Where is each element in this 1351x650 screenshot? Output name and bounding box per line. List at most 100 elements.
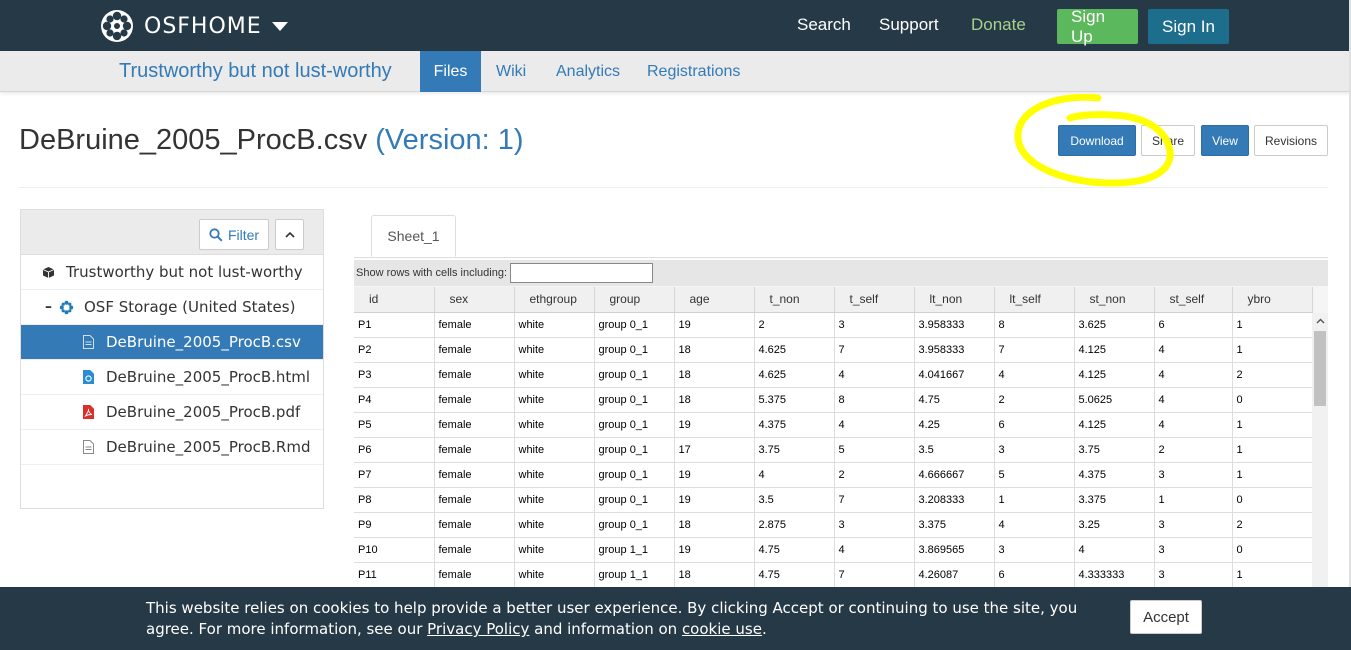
share-button[interactable]: Share [1141, 125, 1195, 156]
scroll-up-icon[interactable] [1312, 313, 1328, 329]
nav-support-link[interactable]: Support [879, 15, 939, 35]
row-filter-input[interactable] [510, 263, 654, 283]
accept-cookies-button[interactable]: Accept [1130, 600, 1202, 634]
column-header-ybro[interactable]: ybro [1232, 287, 1313, 313]
tab-sheet-1[interactable]: Sheet_1 [371, 215, 456, 257]
column-header-t-self[interactable]: t_self [834, 287, 915, 313]
table-cell: 3 [834, 512, 915, 538]
tree-file-csv[interactable]: DeBruine_2005_ProcB.csv [21, 325, 323, 360]
cookie-use-link[interactable]: cookie use [682, 620, 762, 638]
table-cell: 2 [1232, 512, 1313, 538]
table-cell: group 0_1 [594, 312, 675, 338]
cookie-text: . [761, 620, 767, 638]
tab-registrations[interactable]: Registrations [632, 51, 755, 92]
table-cell: 0 [1232, 387, 1313, 413]
tab-files[interactable]: Files [420, 51, 481, 92]
row-filter-bar: Show rows with cells including: [354, 260, 1328, 286]
tab-wiki[interactable]: Wiki [481, 51, 541, 92]
column-header-t-non[interactable]: t_non [754, 287, 835, 313]
table-cell: 19 [674, 487, 755, 513]
tab-analytics[interactable]: Analytics [541, 51, 635, 92]
tree-file-html[interactable]: DeBruine_2005_ProcB.html [21, 360, 323, 395]
table-cell: 18 [674, 562, 755, 588]
table-cell: P5 [354, 412, 435, 438]
brand-menu[interactable]: OSFHOME [100, 8, 288, 44]
table-cell: 1 [1232, 312, 1313, 338]
table-cell: P8 [354, 487, 435, 513]
file-tree-toolbar: Filter [21, 210, 323, 255]
table-cell: 3.5 [754, 487, 835, 513]
table-cell: group 0_1 [594, 487, 675, 513]
vertical-scrollbar[interactable] [1312, 313, 1328, 590]
cookie-banner: This website relies on cookies to help p… [0, 587, 1351, 650]
tree-row-storage[interactable]: – OSF Storage (United States) [21, 290, 323, 325]
table-cell: 4.26087 [914, 562, 995, 588]
collapse-minus-icon[interactable]: – [45, 299, 52, 315]
table-cell: 5.0625 [1074, 387, 1155, 413]
column-header-lt-non[interactable]: lt_non [914, 287, 995, 313]
table-cell: 2 [1232, 362, 1313, 388]
column-header-st-non[interactable]: st_non [1074, 287, 1155, 313]
column-header-group[interactable]: group [594, 287, 675, 313]
table-cell: 1 [1232, 337, 1313, 363]
filter-label: Filter [227, 226, 260, 243]
table-header: id sex ethgroup group age t_non t_self lt_non lt… [354, 287, 1313, 313]
table-cell: 3.958333 [914, 337, 995, 363]
table-cell: group 0_1 [594, 337, 675, 363]
download-button[interactable]: Download [1058, 125, 1136, 156]
table-cell: P3 [354, 362, 435, 388]
table-row: P4 female white group 0_1 18 5.375 8 4.75 2 5.062… [354, 387, 1313, 413]
tree-row-project[interactable]: Trustworthy but not lust-worthy [21, 255, 323, 290]
table-cell: 3.375 [914, 512, 995, 538]
data-table: id sex ethgroup group age t_non t_self lt_non lt… [354, 287, 1313, 588]
tree-file-pdf[interactable]: DeBruine_2005_ProcB.pdf [21, 395, 323, 430]
table-cell: 4 [1154, 362, 1233, 388]
table-cell: white [514, 487, 595, 513]
column-header-age[interactable]: age [674, 287, 755, 313]
table-cell: group 1_1 [594, 562, 675, 588]
table-cell: 7 [834, 337, 915, 363]
filter-button[interactable]: Filter [199, 219, 269, 250]
table-cell: 3 [994, 537, 1075, 563]
table-cell: 4.375 [754, 412, 835, 438]
tree-storage-label: OSF Storage (United States) [84, 298, 296, 316]
table-cell: 0 [1232, 487, 1313, 513]
column-header-sex[interactable]: sex [434, 287, 515, 313]
table-cell: 2 [994, 387, 1075, 413]
caret-down-icon [271, 21, 288, 31]
table-cell: group 0_1 [594, 362, 675, 388]
sign-up-button[interactable]: Sign Up [1057, 7, 1138, 46]
table-cell: 3.208333 [914, 487, 995, 513]
table-cell: 4.75 [754, 537, 835, 563]
cube-icon [40, 266, 56, 279]
tree-file-rmd[interactable]: DeBruine_2005_ProcB.Rmd [21, 430, 323, 465]
view-button[interactable]: View [1201, 125, 1249, 156]
nav-search-link[interactable]: Search [797, 15, 851, 35]
table-cell: 4.125 [1074, 337, 1155, 363]
table-row: P10 female white group 1_1 19 4.75 4 3.869565 3 4… [354, 537, 1313, 563]
nav-donate-link[interactable]: Donate [971, 15, 1026, 35]
table-cell: female [434, 362, 515, 388]
project-title-link[interactable]: Trustworthy but not lust-worthy [119, 60, 392, 83]
table-row: P11 female white group 1_1 18 4.75 7 4.26087 6 4.… [354, 562, 1313, 588]
column-header-ethgroup[interactable]: ethgroup [514, 287, 595, 313]
table-cell: group 0_1 [594, 412, 675, 438]
table-cell: 3 [1154, 562, 1233, 588]
cookie-text: and information on [529, 620, 682, 638]
scrollbar-thumb[interactable] [1314, 331, 1326, 406]
file-text-icon [80, 440, 96, 454]
column-header-id[interactable]: id [354, 287, 435, 313]
collapse-button[interactable] [275, 219, 304, 250]
column-header-lt-self[interactable]: lt_self [994, 287, 1075, 313]
chevron-up-icon [284, 231, 295, 238]
revisions-button[interactable]: Revisions [1254, 125, 1328, 156]
table-row: P8 female white group 0_1 19 3.5 7 3.208333 1 3.3… [354, 487, 1313, 513]
sign-in-button[interactable]: Sign In [1148, 9, 1229, 44]
table-cell: 4.625 [754, 362, 835, 388]
column-header-st-self[interactable]: st_self [1154, 287, 1233, 313]
privacy-policy-link[interactable]: Privacy Policy [427, 620, 529, 638]
table-cell: white [514, 462, 595, 488]
table-cell: white [514, 437, 595, 463]
file-name: DeBruine_2005_ProcB.csv [19, 124, 368, 156]
osf-logo-icon [101, 10, 133, 42]
